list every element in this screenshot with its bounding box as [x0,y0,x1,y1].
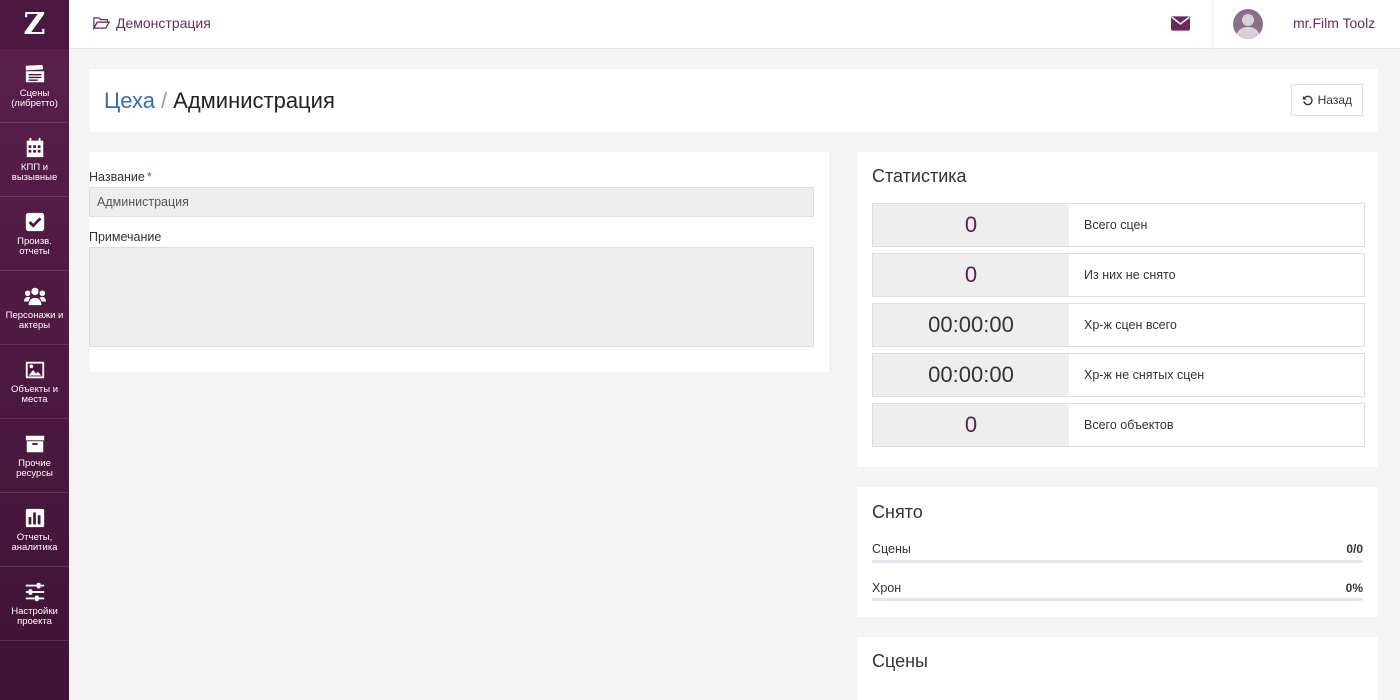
shot-panel: Снято Сцены 0/0 Хрон 0% [857,487,1378,617]
stat-value: 0 [873,404,1069,446]
scenes-title: Сцены [872,651,928,671]
note-field[interactable] [89,247,814,347]
scenes-progress-bar [872,560,1363,563]
app-logo[interactable]: Z [0,0,69,49]
progress-label: Сцены [872,542,911,556]
sliders-icon [25,582,44,601]
sidebar-item-label: Отчеты, аналитика [11,531,58,553]
progress-value: 0% [1345,581,1363,595]
sidebar-item-label: Объекты и места [10,383,59,405]
name-label: Название * [89,170,152,184]
project-link[interactable]: Демонстрация [93,15,211,31]
username[interactable]: mr.Film Toolz [1293,15,1375,31]
details-form: Название * Администрация Примечание [89,152,829,372]
sidebar-item-label: Сцены (либретто) [11,87,58,109]
progress-label: Хрон [872,581,902,595]
logo-text: Z [23,7,46,42]
messages-button[interactable] [1171,16,1190,36]
back-button[interactable]: Назад [1290,84,1363,116]
stat-row: 00:00:00 Хр-ж не снятых сцен [872,353,1365,397]
image-icon [25,361,44,378]
note-label: Примечание [89,230,162,244]
stat-label: Хр-ж не снятых сцен [1084,368,1205,382]
user-icon [1236,14,1260,39]
sidebar-item-reports[interactable]: Произв. отчеты [0,197,69,271]
calendar-icon [26,137,43,157]
stat-value: 0 [873,254,1069,296]
stat-label: Хр-ж сцен всего [1084,318,1177,332]
stat-label: Всего объектов [1084,418,1174,432]
sidebar-item-label: Настройки проекта [11,605,58,627]
undo-icon [1302,95,1313,105]
sidebar-item-objects[interactable]: Объекты и места [0,345,69,419]
sidebar-item-label: КПП и вызывные [11,161,58,183]
required-mark: * [146,170,152,184]
shot-title: Снято [872,502,923,522]
sidebar-item-characters[interactable]: Персонажи и актеры [0,271,69,345]
sidebar-item-resources[interactable]: Прочие ресурсы [0,419,69,493]
page-header: Цеха / Администрация Назад [89,69,1378,132]
users-icon [23,287,46,305]
stat-row: 0 Всего объектов [872,403,1365,447]
sidebar-item-analytics[interactable]: Отчеты, аналитика [0,493,69,567]
sidebar: Z Сцены (либретто) КПП и вызывные Произв… [0,0,69,700]
breadcrumb-link[interactable]: Цеха [104,88,155,113]
stat-value: 0 [873,204,1069,246]
breadcrumb-current: Администрация [173,88,335,113]
scenes-panel: Сцены [857,637,1378,700]
archive-icon [25,435,44,452]
back-button-label: Назад [1317,93,1352,107]
bar-chart-icon [25,508,44,527]
stat-label: Всего сцен [1084,218,1148,232]
project-name: Демонстрация [116,15,211,31]
sidebar-item-label: Персонажи и актеры [5,309,64,331]
sidebar-item-kpp[interactable]: КПП и вызывные [0,123,69,197]
breadcrumb-separator: / [161,88,168,113]
folder-open-icon [93,17,110,30]
stats-panel: Статистика 0 Всего сцен 0 Из них не снят… [857,152,1378,467]
stat-label: Из них не снято [1084,268,1176,282]
sidebar-item-label: Произв. отчеты [17,235,52,257]
stat-row: 00:00:00 Хр-ж сцен всего [872,303,1365,347]
stat-value: 00:00:00 [873,354,1069,396]
page-title: Цеха / Администрация [104,88,335,114]
sidebar-item-scenes[interactable]: Сцены (либретто) [0,49,69,123]
sidebar-item-settings[interactable]: Настройки проекта [0,567,69,641]
progress-value: 0/0 [1346,542,1363,556]
stat-row: 0 Из них не снято [872,253,1365,297]
clapperboard-icon [25,64,44,82]
topbar: Демонстрация mr.Film Toolz [69,0,1400,49]
stats-title: Статистика [872,166,967,186]
chron-progress-bar [872,598,1363,601]
name-field[interactable]: Администрация [89,187,814,217]
envelope-icon [1171,16,1190,31]
stat-value: 00:00:00 [873,304,1069,346]
avatar[interactable] [1233,9,1263,39]
sidebar-item-label: Прочие ресурсы [16,457,53,479]
stat-row: 0 Всего сцен [872,203,1365,247]
topbar-divider [1212,0,1213,49]
check-square-icon [25,212,44,231]
name-label-text: Название [89,170,145,184]
